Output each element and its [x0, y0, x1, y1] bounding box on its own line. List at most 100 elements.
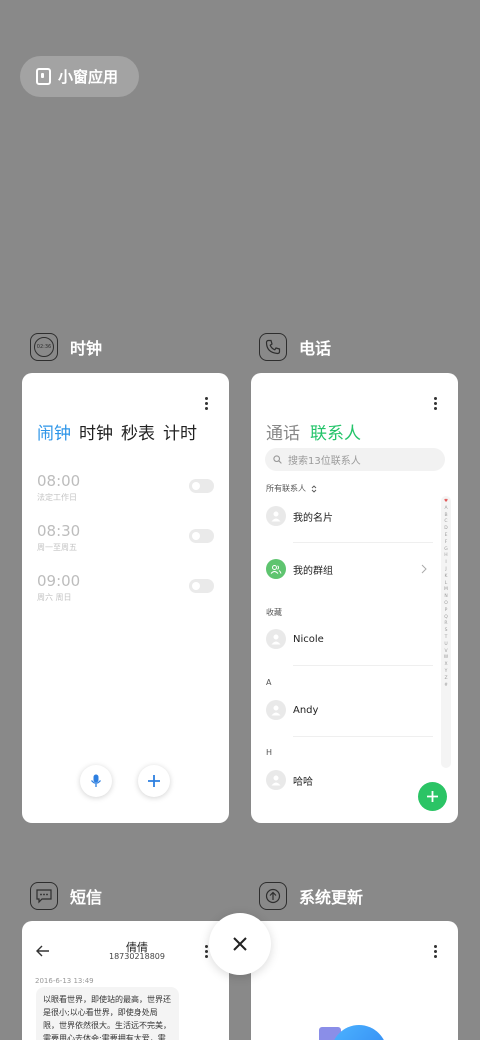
back-arrow-icon[interactable]	[36, 945, 50, 957]
section-header: H	[266, 748, 273, 757]
alarm-toggle[interactable]	[189, 579, 214, 593]
floating-window-icon	[36, 68, 51, 85]
chevron-right-icon	[421, 564, 427, 574]
contact-search-input[interactable]: 搜索13位联系人	[265, 448, 445, 471]
contact-row[interactable]: Andy	[266, 700, 318, 720]
index-letter[interactable]: #	[444, 683, 448, 690]
index-letter[interactable]: U	[444, 642, 447, 649]
alarm-toggle[interactable]	[189, 479, 214, 493]
microphone-icon	[90, 774, 102, 787]
avatar	[266, 700, 286, 720]
clock-tabs: 闹钟 时钟 秒表 计时	[37, 419, 197, 444]
contact-name: 哈哈	[293, 776, 313, 788]
clock-icon-time: 02:36	[36, 344, 52, 350]
plus-icon	[148, 775, 160, 787]
phone-app-card[interactable]: 通话 联系人 搜索13位联系人 所有联系人 我的名片 我的群组 收藏 Nicol…	[251, 373, 458, 823]
index-letter[interactable]: O	[444, 601, 448, 608]
floating-window-label: 小窗应用	[58, 68, 119, 86]
system-update-app-name: 系统更新	[299, 888, 364, 907]
alarm-toggle[interactable]	[189, 529, 214, 543]
tab-calls[interactable]: 通话	[266, 419, 300, 444]
alphabet-index-bar[interactable]: ♥ A B C D E F G H I J K L M N O P Q R S T U V W X Y Z #	[441, 496, 451, 768]
contact-name: Andy	[293, 704, 319, 716]
phone-more-icon[interactable]	[434, 397, 438, 412]
sms-app-card[interactable]: 倩倩 18730218809 2016-6-13 13:49 以眼看世界，即使站…	[22, 921, 229, 1040]
sms-app-header[interactable]: 短信	[30, 882, 102, 910]
tab-contacts[interactable]: 联系人	[310, 419, 361, 444]
index-letter[interactable]: P	[445, 608, 448, 615]
system-update-more-icon[interactable]	[434, 945, 438, 960]
alarm-item[interactable]: 08:00 法定工作日	[37, 472, 80, 503]
index-letter[interactable]: S	[445, 628, 448, 635]
person-icon	[271, 705, 281, 716]
tab-stopwatch[interactable]: 秒表	[121, 419, 155, 444]
contact-name: Nicole	[293, 633, 324, 645]
index-letter[interactable]: E	[445, 533, 448, 540]
clear-all-button[interactable]	[209, 913, 271, 975]
sms-app-name: 短信	[70, 888, 103, 907]
plus-icon	[427, 791, 438, 802]
phone-app-name: 电话	[299, 339, 332, 358]
system-update-app-header[interactable]: 系统更新	[259, 882, 363, 910]
index-letter[interactable]: I	[445, 560, 446, 567]
index-letter[interactable]: T	[445, 635, 448, 642]
person-icon	[271, 634, 281, 645]
alarm-repeat: 周一至周五	[37, 543, 77, 552]
avatar	[266, 506, 286, 526]
contact-row[interactable]: 哈哈	[266, 770, 313, 790]
my-card-row[interactable]: 我的名片	[266, 506, 333, 526]
search-placeholder: 搜索13位联系人	[288, 456, 361, 467]
index-letter[interactable]: D	[444, 526, 447, 533]
clock-more-icon[interactable]	[205, 397, 209, 412]
sms-contact-number: 18730218809	[109, 952, 165, 961]
person-icon	[271, 511, 281, 522]
index-letter[interactable]: N	[444, 594, 447, 601]
index-letter[interactable]: Z	[444, 676, 447, 683]
alarm-repeat: 周六 周日	[37, 593, 72, 602]
alarm-repeat: 法定工作日	[37, 493, 77, 502]
index-letter[interactable]: Y	[445, 669, 448, 676]
contact-filter-dropdown[interactable]: 所有联系人	[266, 483, 317, 494]
floating-window-button[interactable]: 小窗应用	[20, 56, 139, 97]
divider	[293, 542, 433, 543]
add-contact-button[interactable]	[418, 782, 447, 811]
clock-app-card[interactable]: 闹钟 时钟 秒表 计时 08:00 法定工作日 08:30 周一至周五 09:0…	[22, 373, 229, 823]
alarm-item[interactable]: 09:00 周六 周日	[37, 572, 80, 603]
avatar	[266, 770, 286, 790]
person-icon	[271, 775, 281, 786]
divider	[293, 736, 433, 737]
clock-app-header[interactable]: 02:36 时钟	[30, 333, 102, 361]
sort-arrows-icon	[311, 484, 317, 493]
section-header: A	[266, 678, 272, 687]
voice-add-alarm-button[interactable]	[80, 765, 112, 797]
phone-app-header[interactable]: 电话	[259, 333, 331, 361]
contact-row[interactable]: Nicole	[266, 629, 324, 649]
close-icon	[233, 937, 247, 951]
add-alarm-button[interactable]	[138, 765, 170, 797]
sms-message-bubble: 以眼看世界，即使站的最高，世界还是很小;以心看世界，即使身处局限，世界依然很大。…	[36, 987, 179, 1040]
index-letter[interactable]: ♥	[444, 499, 448, 506]
group-icon	[270, 565, 282, 574]
group-avatar	[266, 559, 286, 579]
sms-timestamp: 2016-6-13 13:49	[35, 977, 94, 985]
phone-app-icon	[259, 333, 287, 361]
index-letter[interactable]: F	[445, 540, 448, 547]
index-letter[interactable]: X	[444, 662, 447, 669]
my-groups-row[interactable]: 我的群组	[266, 559, 333, 579]
tab-clock[interactable]: 时钟	[79, 419, 113, 444]
avatar	[266, 629, 286, 649]
index-letter[interactable]: K	[445, 574, 448, 581]
tab-alarm[interactable]: 闹钟	[37, 419, 71, 444]
index-letter[interactable]: J	[445, 567, 446, 574]
contact-filter-label: 所有联系人	[266, 484, 306, 493]
sms-app-icon	[30, 882, 58, 910]
clock-app-icon: 02:36	[30, 333, 58, 361]
index-letter[interactable]: A	[444, 506, 447, 513]
section-header: 收藏	[266, 608, 282, 617]
tab-timer[interactable]: 计时	[163, 419, 197, 444]
my-groups-label: 我的群组	[293, 565, 333, 577]
system-update-app-card[interactable]	[251, 921, 458, 1040]
alarm-time: 09:00	[37, 572, 81, 590]
alarm-item[interactable]: 08:30 周一至周五	[37, 522, 80, 553]
search-icon	[273, 455, 282, 464]
